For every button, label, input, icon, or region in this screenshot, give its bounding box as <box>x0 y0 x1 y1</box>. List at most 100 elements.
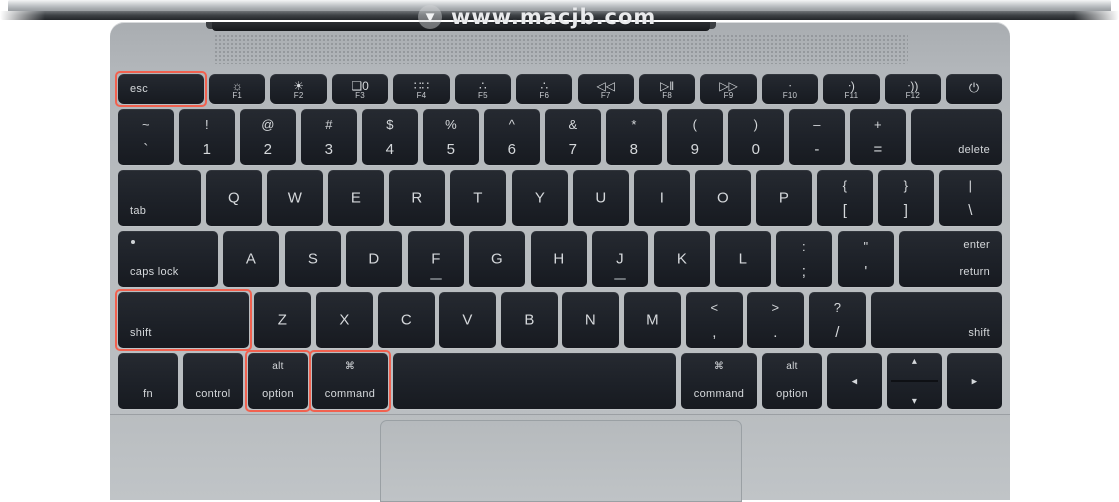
key-label-command: command <box>693 388 745 400</box>
key-o[interactable]: O <box>695 170 751 226</box>
key-key[interactable]: ~ ` <box>118 109 174 165</box>
key-symbol-bottom-8: 8 <box>629 141 639 158</box>
key-f6[interactable]: ∴ F6 <box>516 74 573 104</box>
key-control[interactable]: control <box>183 353 243 409</box>
key-return[interactable]: enter return <box>899 231 1002 287</box>
key-symbol-bottom-4: 4 <box>385 141 395 158</box>
key-f8[interactable]: ▷‖ F8 <box>638 74 696 104</box>
fn-legend-f5: F5 <box>477 91 488 100</box>
key-key[interactable]: | \ <box>939 170 1002 226</box>
key-label-fn: fn <box>143 388 153 400</box>
key-f1[interactable]: ☼ F1 <box>209 74 266 104</box>
key-n[interactable]: N <box>562 292 619 348</box>
key-caps-lock[interactable]: caps lock <box>118 231 218 287</box>
key-k[interactable]: K <box>654 231 710 287</box>
key-f10[interactable]: ᐧ F10 <box>761 74 819 104</box>
key-label-e: E <box>350 189 362 207</box>
key-symbol-top-key: – <box>813 117 821 132</box>
key-p[interactable]: P <box>756 170 812 226</box>
key-l[interactable]: L <box>715 231 771 287</box>
key-3[interactable]: #3 <box>301 109 357 165</box>
watermark: ▼ www.macjb.com <box>418 4 656 30</box>
key-space-bar[interactable] <box>393 353 676 409</box>
lid-taper-left <box>0 11 60 20</box>
key-c[interactable]: C <box>378 292 435 348</box>
key-1[interactable]: ! 1 <box>179 109 235 165</box>
key-5[interactable]: % 5 <box>423 109 479 165</box>
key-label-u: U <box>595 189 607 207</box>
key-f7[interactable]: ◁◁ F7 <box>577 74 634 104</box>
key-arrow-left[interactable]: ◂ <box>827 353 882 409</box>
key-t[interactable]: T <box>450 170 506 226</box>
key-fn[interactable]: fn <box>118 353 178 409</box>
key-f2[interactable]: ☀ F2 <box>270 74 327 104</box>
key-shift[interactable]: shift <box>871 292 1002 348</box>
key-i[interactable]: I <box>634 170 690 226</box>
key-x[interactable]: X <box>316 292 373 348</box>
key-z[interactable]: Z <box>254 292 311 348</box>
key-f11[interactable]: ᐧ) F11 <box>823 74 880 104</box>
key-6[interactable]: ^ 6 <box>484 109 540 165</box>
trackpad[interactable] <box>380 420 742 502</box>
key-arrow-up-down[interactable]: ▴ ▾ <box>887 353 942 409</box>
key-r[interactable]: R <box>389 170 445 226</box>
key-key[interactable]: >. <box>747 292 804 348</box>
key-command[interactable]: ⌘ command <box>681 353 757 409</box>
key-key[interactable]: :; <box>776 231 832 287</box>
key-label-a: A <box>245 250 257 268</box>
key-2[interactable]: @2 <box>240 109 296 165</box>
key-f3[interactable]: ❑0 F3 <box>331 74 389 104</box>
key-symbol-bottom-key: ' <box>864 263 868 280</box>
watermark-text: www.macjb.com <box>451 5 657 29</box>
key-w[interactable]: W <box>267 170 323 226</box>
key-q[interactable]: Q <box>206 170 262 226</box>
key-command[interactable]: ⌘ command <box>312 353 388 409</box>
key-f12[interactable]: ᐧ)) F12 <box>884 74 941 104</box>
key-key[interactable]: " ' <box>838 231 894 287</box>
key-a[interactable]: A <box>223 231 279 287</box>
key-esc[interactable]: esc <box>118 74 204 104</box>
key-delete[interactable]: delete <box>911 109 1002 165</box>
key-b[interactable]: B <box>501 292 558 348</box>
key-option[interactable]: alt option <box>248 353 308 409</box>
key-shift[interactable]: shift <box>118 292 249 348</box>
key-key[interactable]: {[ <box>817 170 873 226</box>
key-symbol-bottom-key: [ <box>842 202 848 219</box>
key-m[interactable]: M <box>624 292 681 348</box>
key-7[interactable]: & 7 <box>545 109 601 165</box>
key-key[interactable]: <, <box>686 292 743 348</box>
key-s[interactable]: S <box>285 231 341 287</box>
key-8[interactable]: * 8 <box>606 109 662 165</box>
key-v[interactable]: V <box>439 292 496 348</box>
key-9[interactable]: (9 <box>667 109 723 165</box>
key-symbol-bottom-key: - <box>814 141 820 158</box>
keyboard[interactable]: esc ☼ F1 ☀ F2 ❑0 F3 ∷∷ F4 ∴ F5 ∴ F6 ◁◁ F7 ▷‖ F8 ▷▷ F9 ᐧ F10 ᐧ… <box>115 71 1002 412</box>
key-e[interactable]: E <box>328 170 384 226</box>
key-f9[interactable]: ▷▷ F9 <box>700 74 757 104</box>
key-4[interactable]: $4 <box>362 109 418 165</box>
key-f5[interactable]: ∴ F5 <box>454 74 512 104</box>
key-arrow-right[interactable]: ▸ <box>947 353 1002 409</box>
key-d[interactable]: D <box>346 231 402 287</box>
key-label-g: G <box>491 250 503 268</box>
key-j[interactable]: J <box>592 231 648 287</box>
fn-legend-f1: F1 <box>232 91 243 100</box>
key-option[interactable]: alt option <box>762 353 822 409</box>
key-y[interactable]: Y <box>512 170 568 226</box>
key-symbol-top-key: $ <box>386 117 394 132</box>
key-key[interactable]: }] <box>878 170 934 226</box>
key-h[interactable]: H <box>531 231 587 287</box>
key-power[interactable]: ⏻ <box>946 74 1002 104</box>
key-u[interactable]: U <box>573 170 629 226</box>
key-symbol-top-key: " <box>863 239 869 254</box>
key-key[interactable]: – - <box>789 109 845 165</box>
key-f[interactable]: F <box>408 231 464 287</box>
key-key[interactable]: ? / <box>809 292 866 348</box>
key-key[interactable]: + = <box>850 109 906 165</box>
key-g[interactable]: G <box>469 231 525 287</box>
key-tab[interactable]: tab <box>118 170 201 226</box>
key-0[interactable]: ) 0 <box>728 109 784 165</box>
key-symbol-top-key: } <box>903 178 909 193</box>
key-symbol-bottom-key: ] <box>903 202 909 219</box>
key-f4[interactable]: ∷∷ F4 <box>393 74 450 104</box>
